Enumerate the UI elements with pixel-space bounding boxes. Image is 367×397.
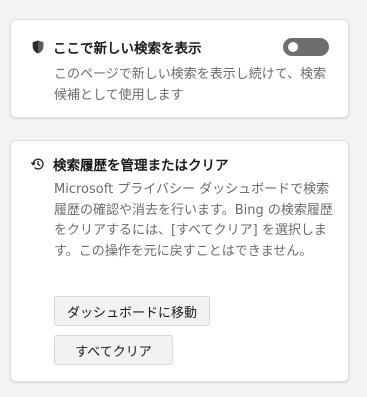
show-new-search-title: ここで新しい検索を表示 bbox=[53, 41, 202, 57]
search-history-title: 検索履歴を管理またはクリア bbox=[53, 158, 229, 174]
search-history-header: 検索履歴を管理またはクリア bbox=[31, 154, 229, 174]
search-history-description: Microsoft プライバシー ダッシュボードで検索履歴の確認や消去を行います… bbox=[54, 182, 333, 259]
show-new-search-header: ここで新しい検索を表示 bbox=[31, 37, 202, 57]
show-new-search-card: ここで新しい検索を表示 このページで新しい検索を表示し続けて、検索候補として使用… bbox=[10, 19, 349, 118]
show-new-search-toggle[interactable] bbox=[283, 38, 329, 56]
search-history-card: 検索履歴を管理またはクリア Microsoft プライバシー ダッシュボードで検… bbox=[10, 140, 349, 382]
toggle-knob bbox=[288, 42, 298, 52]
history-icon bbox=[31, 157, 45, 171]
show-new-search-description: このページで新しい検索を表示し続けて、検索候補として使用します bbox=[54, 67, 327, 103]
go-to-dashboard-button[interactable]: ダッシュボードに移動 bbox=[54, 296, 210, 326]
clear-all-button[interactable]: すべてクリア bbox=[54, 335, 173, 365]
shield-icon bbox=[31, 40, 45, 54]
